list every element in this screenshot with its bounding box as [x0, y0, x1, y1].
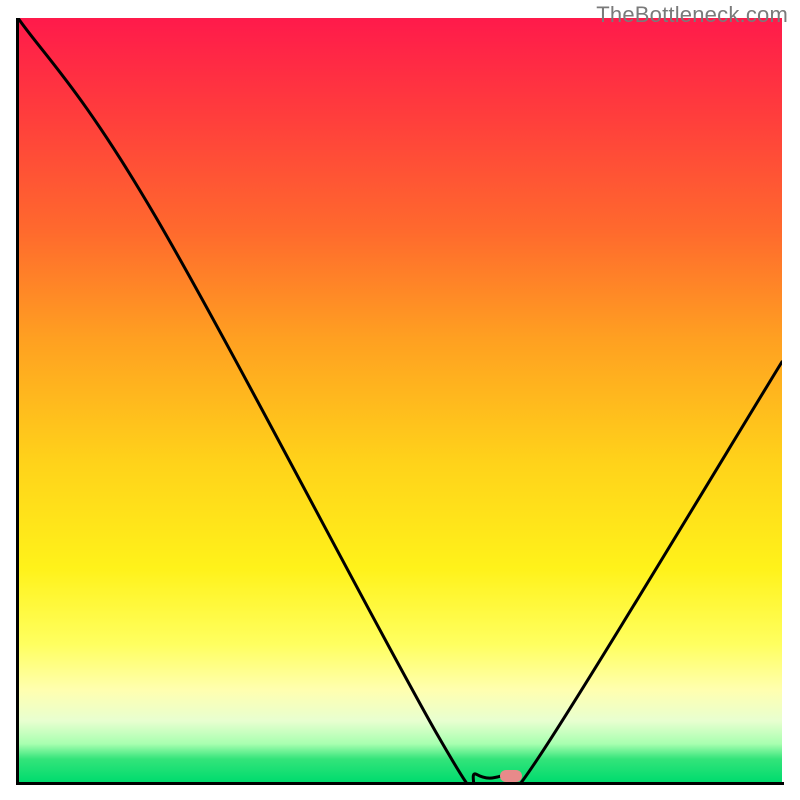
optimal-point-marker — [500, 770, 522, 782]
y-axis — [16, 18, 19, 784]
plot-background-gradient — [18, 18, 782, 782]
x-axis — [16, 782, 784, 785]
bottleneck-chart: TheBottleneck.com — [0, 0, 800, 800]
watermark-text: TheBottleneck.com — [596, 2, 788, 28]
